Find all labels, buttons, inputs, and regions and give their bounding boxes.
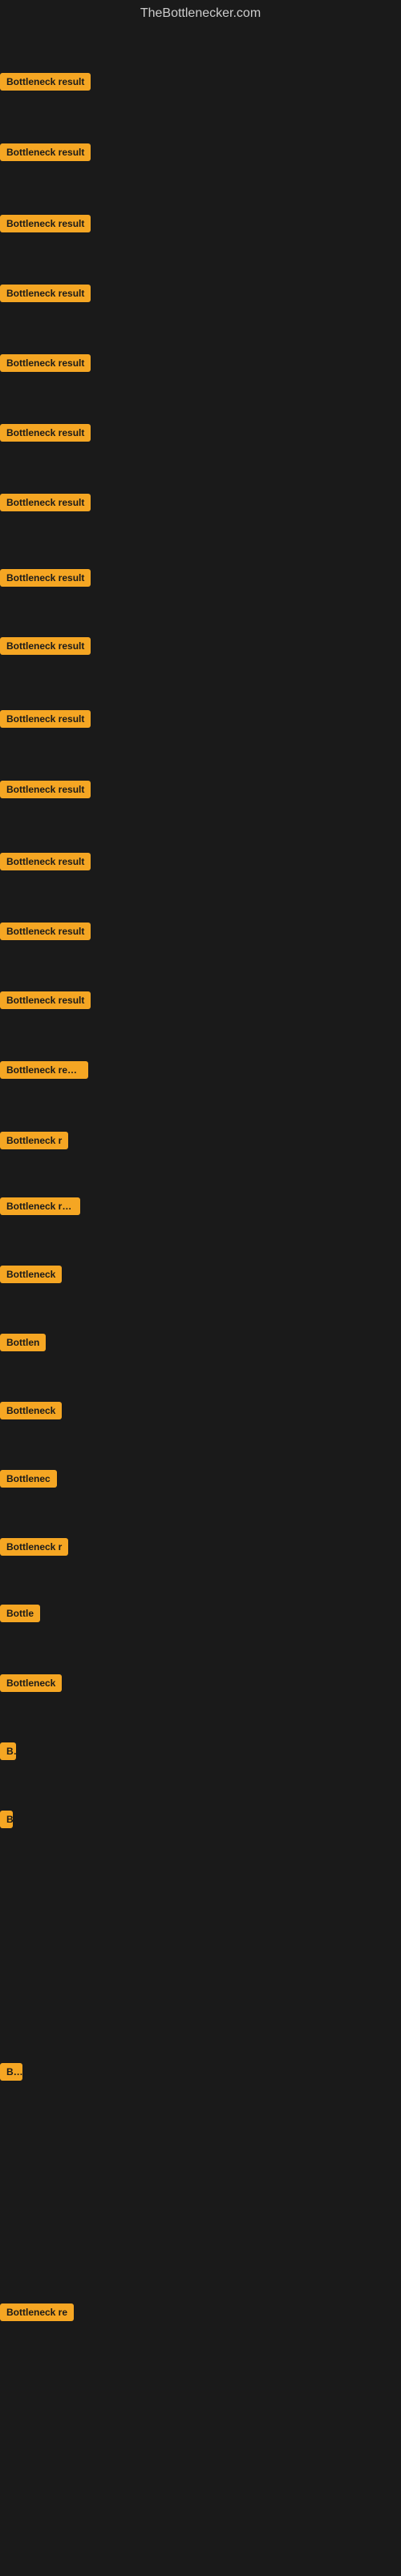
bottleneck-result-badge[interactable]: Bottleneck: [0, 1674, 62, 1692]
bottleneck-result-badge[interactable]: Bottleneck result: [0, 853, 91, 870]
bottleneck-result-row: Bottleneck result: [0, 285, 91, 306]
bottleneck-result-badge[interactable]: Bottleneck result: [0, 1061, 88, 1079]
bottleneck-result-row: Bottleneck result: [0, 923, 91, 944]
bottleneck-result-row: Bottlenec: [0, 1470, 57, 1492]
bottleneck-result-row: Bottleneck resu: [0, 1197, 80, 1219]
bottleneck-result-row: Bottleneck result: [0, 143, 91, 165]
bottleneck-result-badge[interactable]: Bottleneck result: [0, 354, 91, 372]
bottleneck-result-badge[interactable]: Bottleneck: [0, 1402, 62, 1419]
bottleneck-result-row: Bottleneck: [0, 1402, 62, 1423]
bottleneck-result-row: Bottleneck: [0, 1266, 62, 1287]
bottleneck-result-badge[interactable]: Bottleneck result: [0, 285, 91, 302]
bottleneck-result-row: Bottleneck: [0, 1674, 62, 1696]
bottleneck-result-badge[interactable]: Bottleneck result: [0, 569, 91, 587]
bottleneck-result-badge[interactable]: Bottleneck result: [0, 424, 91, 442]
bottleneck-result-badge[interactable]: Bottleneck: [0, 1266, 62, 1283]
bottleneck-result-row: Bottleneck result: [0, 637, 91, 659]
bottleneck-result-badge[interactable]: Bottleneck result: [0, 494, 91, 511]
bottleneck-result-badge[interactable]: Bottleneck result: [0, 143, 91, 161]
bottleneck-result-badge[interactable]: Bottleneck r: [0, 1132, 68, 1149]
bottleneck-result-row: Bottleneck result: [0, 991, 91, 1013]
bottleneck-result-row: Bottleneck r: [0, 1538, 68, 1560]
bottleneck-result-row: Bottleneck result: [0, 853, 91, 874]
bottleneck-result-row: B: [0, 1811, 13, 1832]
bottleneck-result-row: Bottleneck result: [0, 569, 91, 591]
bottleneck-result-badge[interactable]: B: [0, 1811, 13, 1828]
bottleneck-result-badge[interactable]: Bottleneck re: [0, 2303, 74, 2321]
bottleneck-result-row: Bottleneck result: [0, 73, 91, 95]
bottleneck-result-badge[interactable]: Bo: [0, 2063, 22, 2081]
bottleneck-result-badge[interactable]: Bottleneck resu: [0, 1197, 80, 1215]
bottleneck-result-badge[interactable]: Bottle: [0, 1605, 40, 1622]
bottleneck-result-row: Bottleneck result: [0, 215, 91, 236]
bottleneck-result-row: Bottleneck result: [0, 354, 91, 376]
bottleneck-result-row: Bottleneck result: [0, 710, 91, 732]
bottleneck-result-badge[interactable]: Bottleneck result: [0, 73, 91, 91]
bottleneck-result-row: Bo: [0, 2063, 22, 2085]
site-title: TheBottlenecker.com: [0, 0, 401, 27]
bottleneck-result-row: Bottleneck result: [0, 781, 91, 802]
bottleneck-result-badge[interactable]: Bottleneck result: [0, 781, 91, 798]
bottleneck-result-row: Bottleneck result: [0, 1061, 88, 1083]
bottleneck-result-row: Bottleneck result: [0, 424, 91, 446]
bottleneck-result-badge[interactable]: Bottleneck result: [0, 215, 91, 232]
bottleneck-result-row: Bottle: [0, 1605, 40, 1626]
bottleneck-result-badge[interactable]: Bottlenec: [0, 1470, 57, 1488]
bottleneck-result-badge[interactable]: B: [0, 1742, 16, 1760]
bottleneck-result-row: Bottleneck result: [0, 494, 91, 515]
bottleneck-result-row: B: [0, 1742, 16, 1764]
bottleneck-result-row: Bottleneck re: [0, 2303, 74, 2325]
bottleneck-result-row: Bottleneck r: [0, 1132, 68, 1153]
bottleneck-result-badge[interactable]: Bottleneck result: [0, 637, 91, 655]
bottleneck-result-badge[interactable]: Bottleneck result: [0, 991, 91, 1009]
bottleneck-result-badge[interactable]: Bottleneck result: [0, 710, 91, 728]
bottleneck-result-badge[interactable]: Bottleneck r: [0, 1538, 68, 1556]
bottleneck-result-row: Bottlen: [0, 1334, 46, 1355]
bottleneck-result-badge[interactable]: Bottlen: [0, 1334, 46, 1351]
bottleneck-result-badge[interactable]: Bottleneck result: [0, 923, 91, 940]
